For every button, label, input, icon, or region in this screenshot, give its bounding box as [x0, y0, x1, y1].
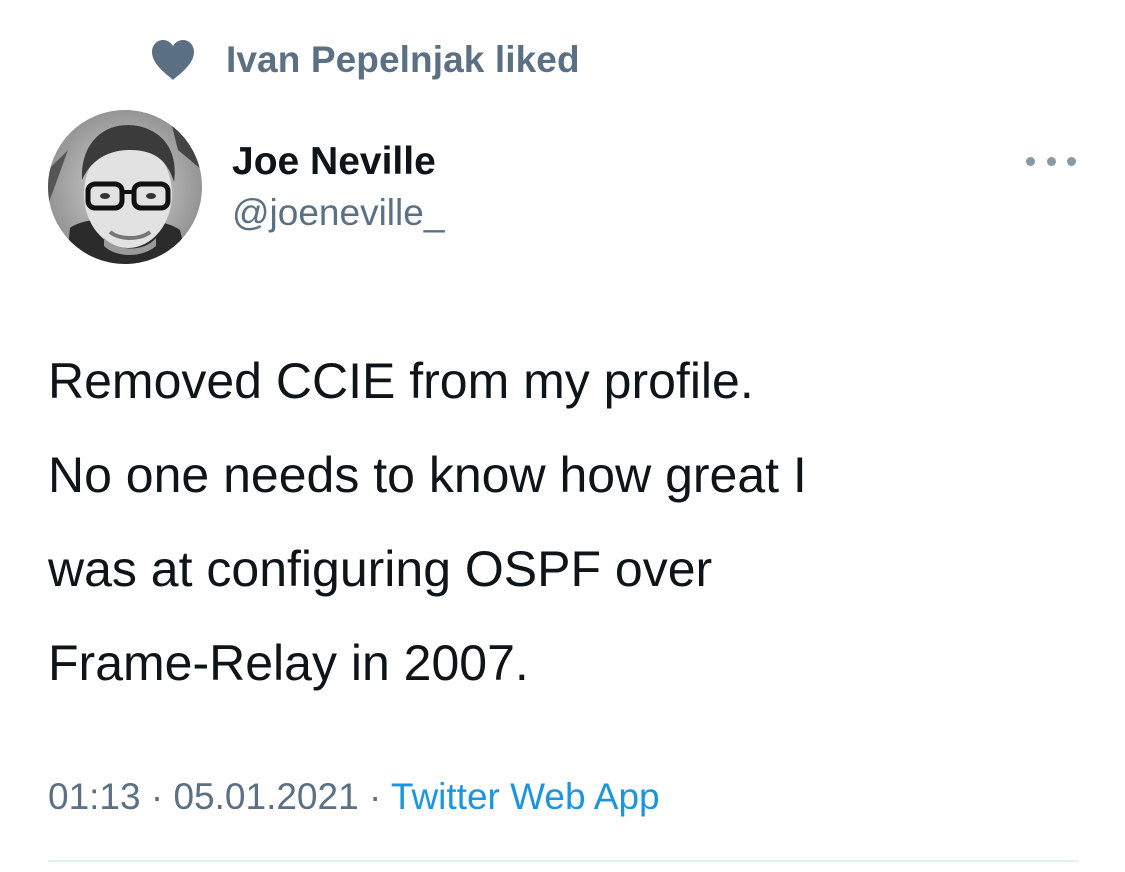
tweet-text-line: Removed CCIE from my profile. [48, 353, 754, 409]
tweet-time[interactable]: 01:13 [48, 776, 141, 817]
tweet-source-link[interactable]: Twitter Web App [391, 776, 660, 817]
tweet-text: Removed CCIE from my profile. No one nee… [48, 334, 1078, 710]
social-context-label: Ivan Pepelnjak liked [226, 39, 580, 80]
avatar[interactable] [48, 110, 202, 264]
divider [48, 860, 1078, 862]
heart-icon [150, 39, 196, 81]
meta-separator: · [140, 776, 174, 817]
more-options-button[interactable] [1026, 146, 1076, 176]
tweet-author[interactable]: Joe Neville @joeneville_ [232, 138, 444, 236]
tweet-text-line: was at configuring OSPF over [48, 541, 713, 597]
tweet-text-line: Frame-Relay in 2007. [48, 635, 529, 691]
more-dots-icon [1046, 156, 1056, 166]
more-dots-icon [1026, 156, 1035, 166]
tweet-date[interactable]: 05.01.2021 [173, 776, 358, 817]
display-name[interactable]: Joe Neville [232, 138, 444, 186]
more-dots-icon [1067, 156, 1076, 166]
tweet-metadata: 01:13 · 05.01.2021 · Twitter Web App [48, 772, 660, 822]
meta-separator: · [358, 776, 391, 817]
tweet-text-line: No one needs to know how great I [48, 447, 807, 503]
social-context[interactable]: Ivan Pepelnjak liked [150, 36, 580, 84]
user-handle[interactable]: @joeneville_ [232, 190, 444, 236]
